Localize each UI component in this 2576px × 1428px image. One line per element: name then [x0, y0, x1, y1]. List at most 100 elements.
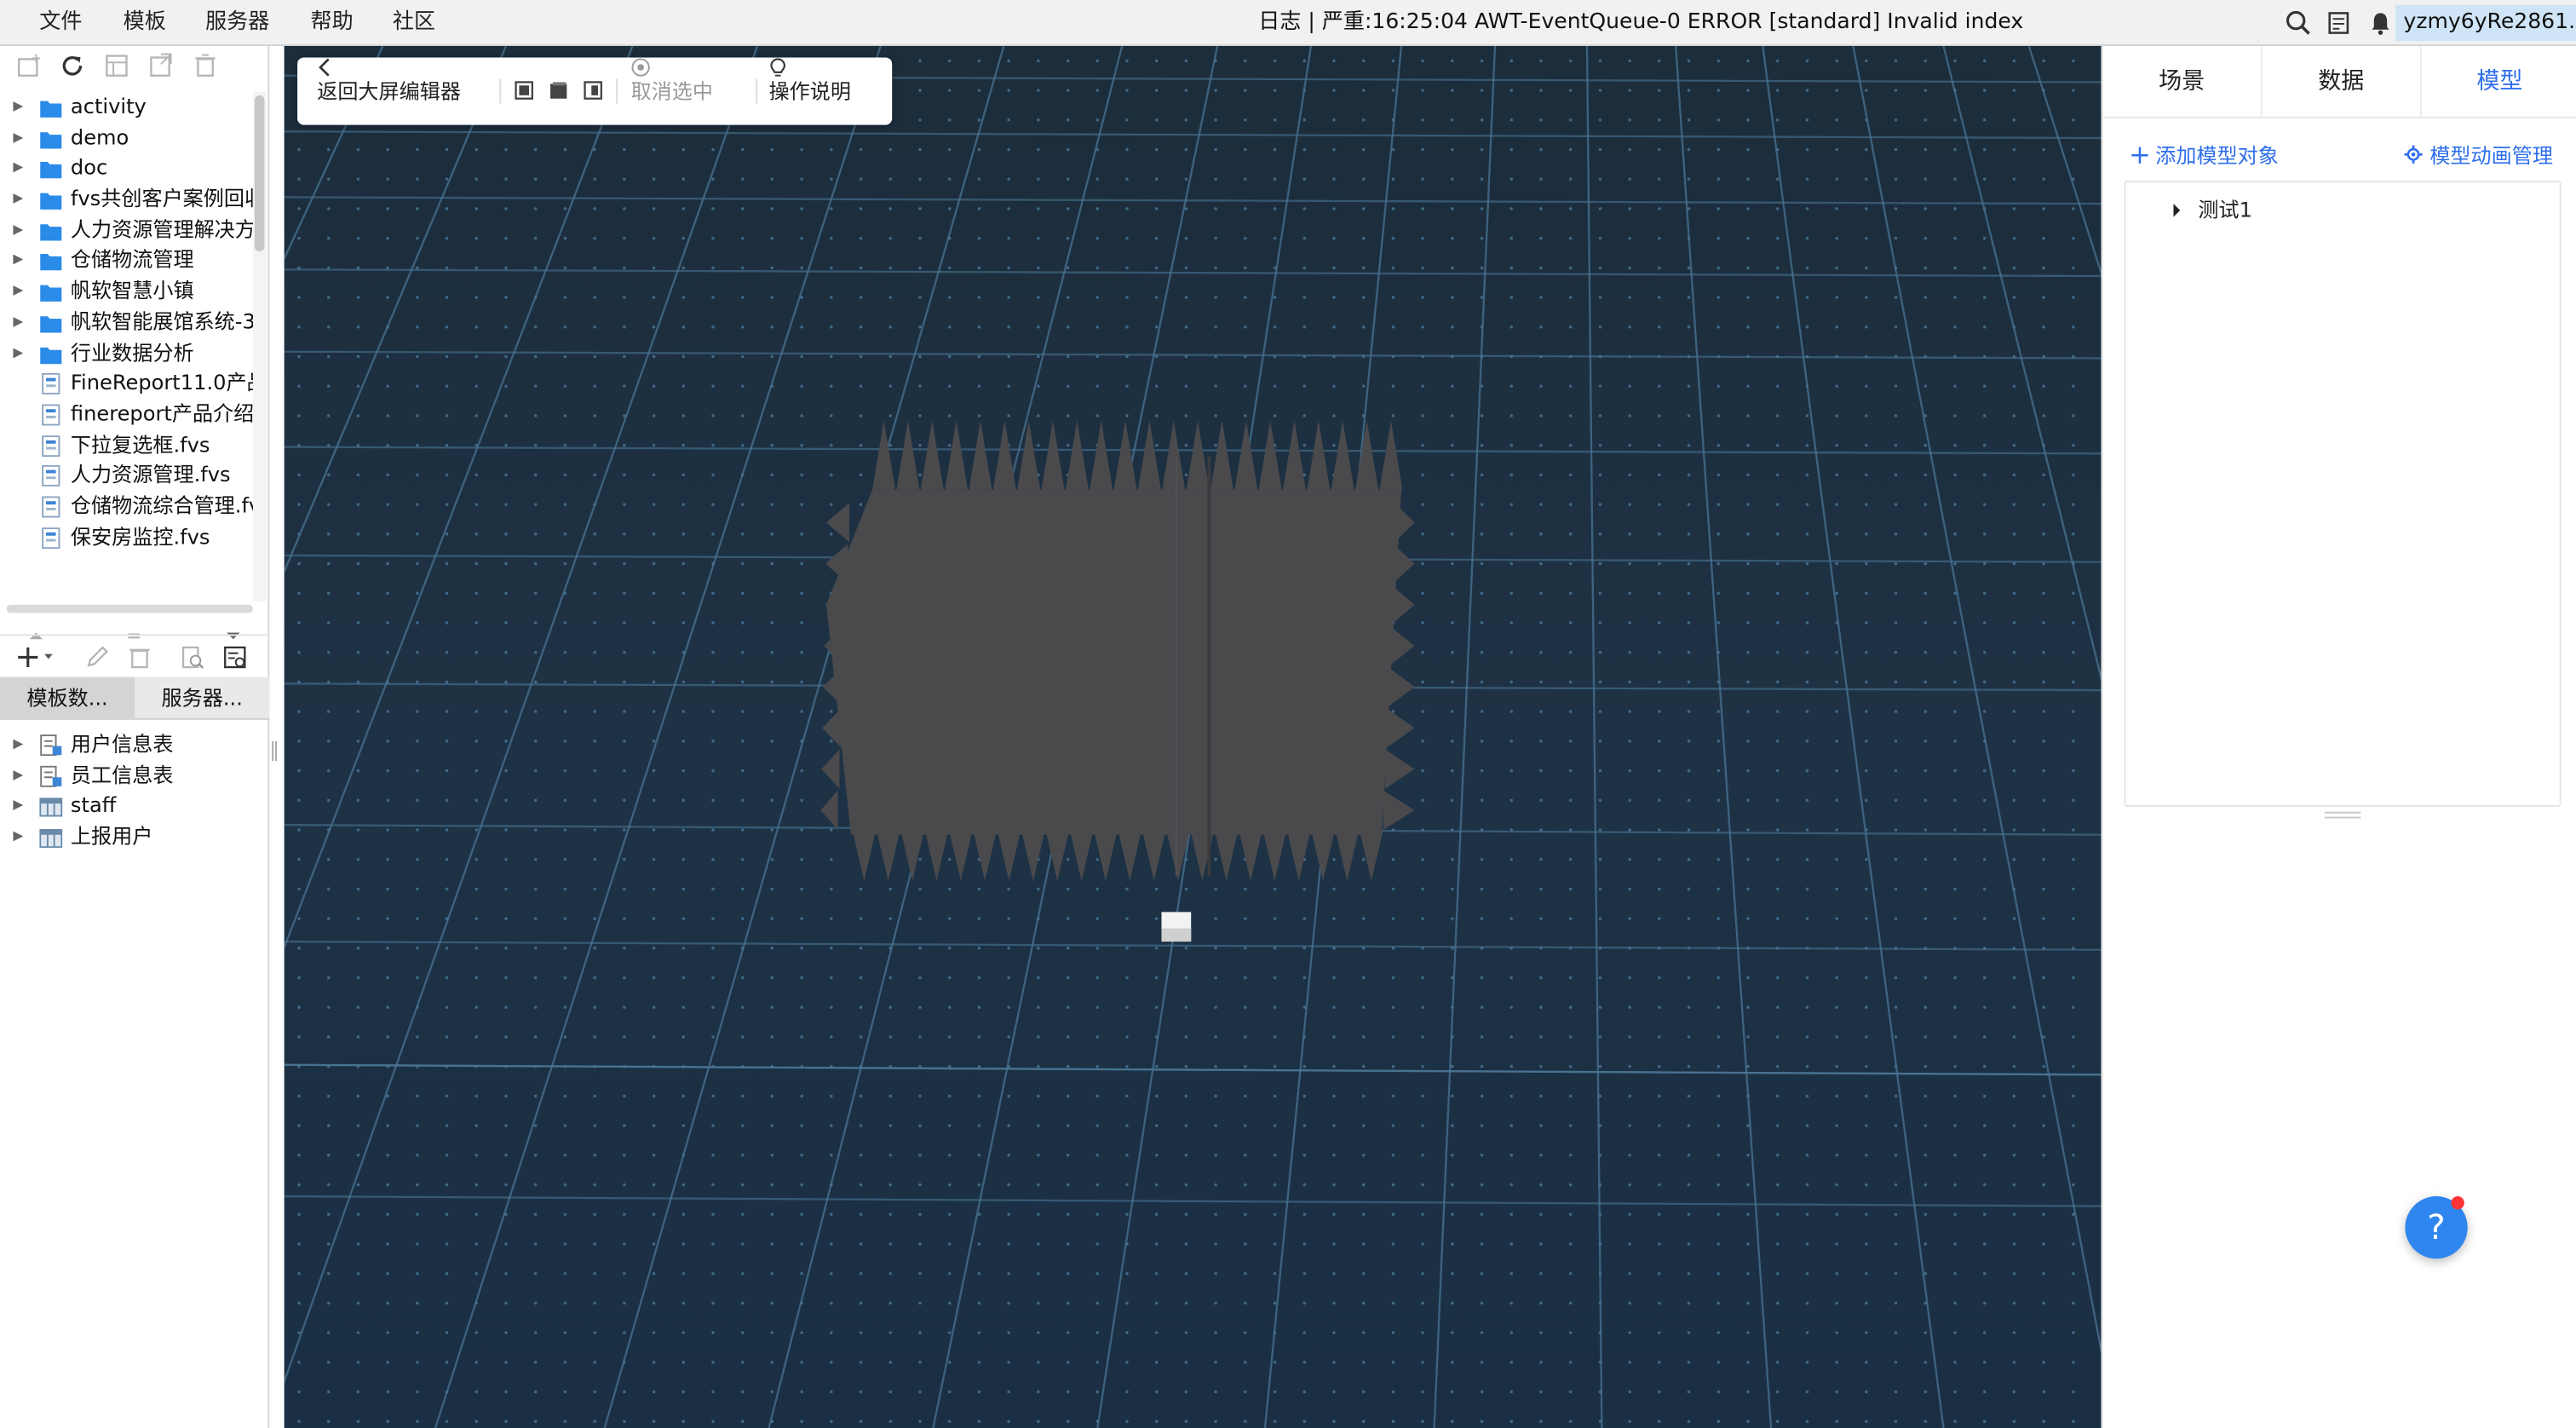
help-button[interactable]: ? — [2405, 1196, 2468, 1259]
tree-item-label: demo — [70, 124, 129, 149]
file-item[interactable]: FineReport11.0产品介绍 — [0, 368, 253, 399]
tree-item-label: 保安房监控.fvs — [70, 523, 210, 549]
dataset-item[interactable]: ▶ staff — [0, 791, 263, 821]
dataset-label: 员工信息表 — [70, 762, 174, 787]
delete-dataset-icon[interactable] — [126, 644, 152, 671]
folder-item[interactable]: ▶ 行业数据分析 — [0, 337, 253, 368]
dataset-toolbar — [0, 634, 270, 677]
tree-item-label: 行业数据分析 — [70, 339, 194, 365]
log-message[interactable]: 日志 | 严重:16:25:04 AWT-EventQueue-0 ERROR … — [1258, 0, 2023, 46]
instructions-button[interactable]: 操作说明 — [769, 58, 851, 125]
folder-item[interactable]: ▶ doc — [0, 153, 253, 184]
tab-model[interactable]: 模型 — [2422, 46, 2576, 118]
view-side-icon[interactable] — [584, 81, 603, 101]
expand-arrow-icon[interactable]: ▶ — [13, 123, 23, 153]
folder-item[interactable]: ▶ 帆软智能展馆系统-3D — [0, 307, 253, 337]
notes-icon[interactable] — [2326, 10, 2353, 37]
template-tree-scrollbar[interactable] — [252, 92, 267, 602]
expand-arrow-icon[interactable]: ▶ — [13, 337, 23, 368]
deselect-label: 取消选中 — [630, 78, 714, 104]
preview-icon[interactable] — [179, 644, 205, 671]
tree-item-label: 下拉复选框.fvs — [70, 431, 210, 457]
expand-arrow-icon[interactable]: ▶ — [13, 821, 23, 852]
dataset-item[interactable]: ▶ 上报用户 — [0, 821, 263, 852]
expand-arrow-icon[interactable]: ▶ — [13, 276, 23, 307]
expand-arrow-icon[interactable]: ▶ — [13, 729, 23, 760]
menu-community[interactable]: 社区 — [393, 0, 435, 46]
selected-cube[interactable] — [1161, 912, 1192, 942]
view-front-icon[interactable] — [515, 81, 534, 101]
menu-server[interactable]: 服务器 — [205, 0, 269, 46]
folder-icon — [39, 343, 62, 364]
deselect-button[interactable]: 取消选中 — [631, 58, 713, 125]
expand-arrow-icon[interactable]: ▶ — [13, 184, 23, 215]
expand-arrow-icon[interactable]: ▶ — [13, 760, 23, 791]
lightbulb-icon — [770, 58, 785, 77]
folder-icon — [39, 312, 62, 333]
tab-server-data[interactable]: 服务器... — [135, 677, 269, 720]
tab-data[interactable]: 数据 — [2263, 46, 2420, 118]
expand-arrow-icon[interactable]: ▶ — [13, 153, 23, 184]
user-account[interactable]: yzmy6yRe2861... — [2395, 4, 2576, 42]
fvs-file-icon — [39, 435, 62, 457]
file-item[interactable]: 仓储物流综合管理.fvs — [0, 492, 253, 522]
model-tree-resize-grip[interactable] — [2324, 811, 2361, 819]
export-icon[interactable] — [148, 53, 175, 79]
folder-item[interactable]: ▶ 帆软智慧小镇 — [0, 276, 253, 307]
folder-item[interactable]: ▶ demo — [0, 123, 253, 153]
scrollbar-thumb[interactable] — [254, 95, 265, 252]
model-tree-node[interactable]: 测试1 — [2172, 196, 2252, 226]
menu-file[interactable]: 文件 — [39, 0, 82, 46]
plus-icon — [2131, 147, 2148, 164]
tree-item-label: 帆软智能展馆系统-3D — [70, 308, 253, 334]
expand-arrow-icon[interactable]: ▶ — [13, 92, 23, 123]
dataset-settings-icon[interactable] — [221, 644, 248, 671]
file-item[interactable]: 下拉复选框.fvs — [0, 429, 253, 460]
menu-bar: 文件 模板 服务器 帮助 社区 日志 | 严重:16:25:04 AWT-Eve… — [0, 0, 2576, 47]
tab-scene[interactable]: 场景 — [2103, 46, 2261, 118]
add-model-object-button[interactable]: 添加模型对象 — [2130, 141, 2279, 171]
tree-item-label: 人力资源管理解决方案 — [70, 216, 253, 242]
dataset-item[interactable]: ▶ 员工信息表 — [0, 760, 263, 791]
gear-icon — [2404, 145, 2423, 164]
menu-help[interactable]: 帮助 — [310, 0, 353, 46]
help-button-label: ? — [2427, 1207, 2446, 1247]
tab-template-data[interactable]: 模板数... — [0, 677, 135, 720]
add-dataset-icon[interactable] — [16, 644, 55, 671]
folder-item[interactable]: ▶ fvs共创客户案例回收 — [0, 184, 253, 215]
model-animation-button[interactable]: 模型动画管理 — [2403, 141, 2553, 171]
template-tree: ▶ activity ▶ demo ▶ doc ▶ fvs共创客户案例回收 ▶ 人力资源管理解决方… — [0, 92, 253, 605]
folder-item[interactable]: ▶ 人力资源管理解决方案 — [0, 215, 253, 245]
back-button[interactable]: 返回大屏编辑器 — [317, 58, 461, 125]
template-icon[interactable] — [103, 53, 129, 79]
folder-item[interactable]: ▶ activity — [0, 92, 253, 123]
scene-canvas[interactable]: 返回大屏编辑器 取消选中 操作说明 — [284, 46, 2102, 1428]
expand-arrow-icon[interactable]: ▶ — [13, 245, 23, 276]
left-panel-resize-grip[interactable] — [271, 736, 278, 761]
delete-icon[interactable] — [193, 53, 219, 79]
file-item[interactable]: 人力资源管理.fvs — [0, 461, 253, 492]
dataset-tree: ▶ 用户信息表 ▶ 员工信息表 ▶ staff ▶ 上报用户 — [0, 729, 263, 852]
file-item[interactable]: finereport产品介绍 — [0, 399, 253, 429]
model-object[interactable] — [820, 420, 1415, 881]
dataset-item[interactable]: ▶ 用户信息表 — [0, 729, 263, 760]
refresh-icon[interactable] — [59, 53, 85, 79]
template-tree-hscrollbar[interactable] — [6, 604, 253, 613]
view-solid-icon[interactable] — [549, 81, 568, 101]
folder-icon — [39, 281, 62, 302]
expand-arrow-icon[interactable]: ▶ — [13, 215, 23, 245]
bell-icon[interactable] — [2367, 10, 2394, 37]
search-icon[interactable] — [2286, 10, 2312, 37]
menu-template[interactable]: 模板 — [124, 0, 166, 46]
folder-item[interactable]: ▶ 仓储物流管理 — [0, 245, 253, 276]
database-table-icon — [39, 796, 63, 818]
edit-icon[interactable] — [83, 644, 110, 671]
expand-arrow-icon[interactable]: ▶ — [13, 791, 23, 821]
caret-right-icon — [2173, 204, 2181, 217]
new-folder-icon[interactable] — [16, 53, 43, 79]
tree-item-label: 仓储物流综合管理.fvs — [70, 492, 253, 518]
file-item[interactable]: 保安房监控.fvs — [0, 522, 253, 553]
expand-arrow-icon[interactable]: ▶ — [13, 307, 23, 337]
tree-item-label: doc — [70, 155, 108, 180]
tree-item-label: 人力资源管理.fvs — [70, 462, 231, 487]
